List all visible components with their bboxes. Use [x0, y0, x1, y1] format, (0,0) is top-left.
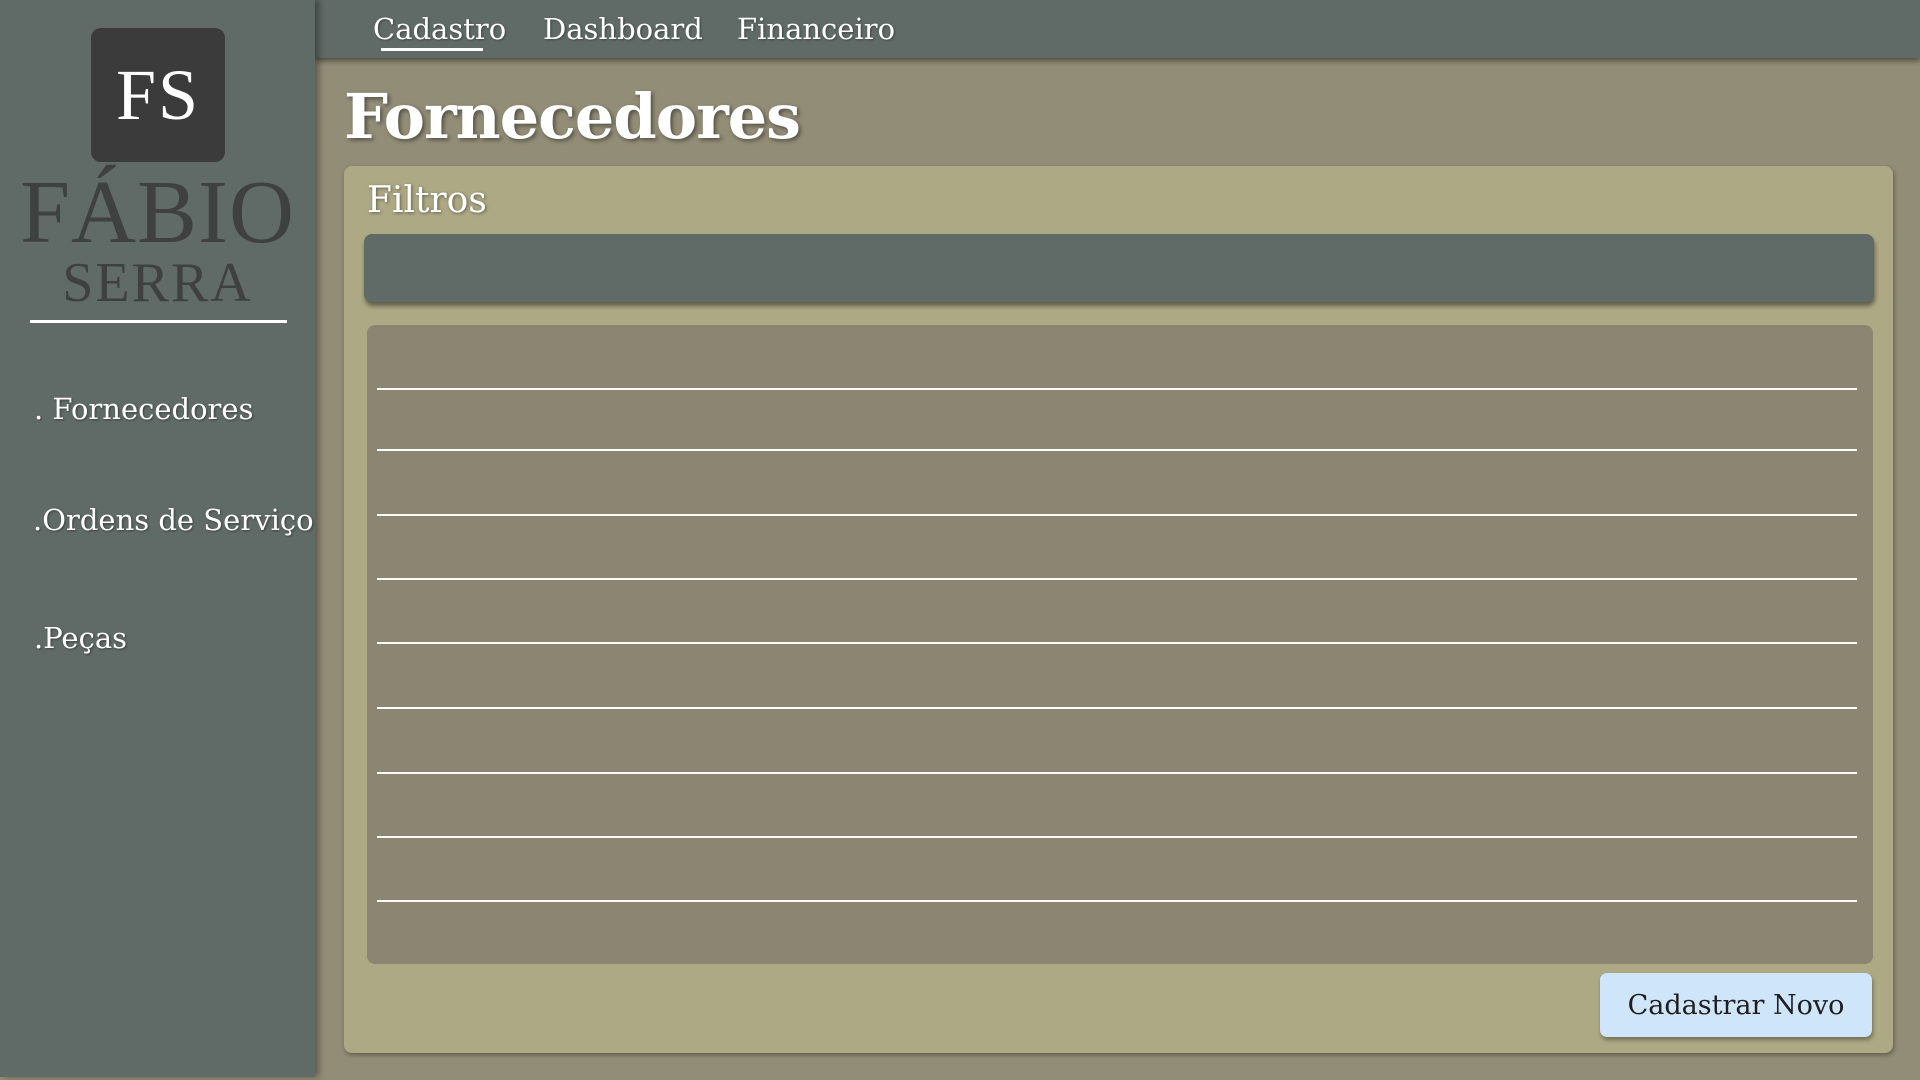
table-row[interactable] — [377, 836, 1857, 838]
table-row[interactable] — [377, 449, 1857, 451]
logo-icon: FS — [91, 28, 225, 162]
top-nav: Cadastro Dashboard Financeiro — [315, 0, 1920, 58]
table-row[interactable] — [377, 707, 1857, 709]
brand-subname: SERRA — [62, 252, 253, 314]
logo-initials: FS — [115, 54, 201, 135]
filters-label: Filtros — [367, 180, 487, 221]
tab-financeiro[interactable]: Financeiro — [737, 12, 895, 46]
page-title: Fornecedores — [344, 80, 801, 153]
app-root: FS FÁBIO SERRA . Fornecedores .Ordens de… — [0, 0, 1920, 1080]
table-row[interactable] — [377, 388, 1857, 390]
table-row[interactable] — [377, 578, 1857, 580]
tab-cadastro[interactable]: Cadastro — [373, 12, 506, 46]
sidebar: FS FÁBIO SERRA . Fornecedores .Ordens de… — [0, 0, 315, 1077]
filters-bar[interactable] — [364, 234, 1874, 302]
table-row[interactable] — [377, 514, 1857, 516]
table-row[interactable] — [377, 642, 1857, 644]
sidebar-item-fornecedores[interactable]: . Fornecedores — [34, 392, 253, 426]
suppliers-card: Filtros Cadastrar Novo — [344, 166, 1893, 1053]
brand-divider — [30, 320, 287, 323]
active-tab-indicator — [381, 48, 483, 51]
brand-name: FÁBIO — [19, 163, 296, 262]
tab-dashboard[interactable]: Dashboard — [543, 12, 703, 46]
table-row[interactable] — [377, 900, 1857, 902]
sidebar-item-pecas[interactable]: .Peças — [34, 621, 127, 655]
table-row[interactable] — [377, 772, 1857, 774]
suppliers-table — [367, 325, 1873, 964]
add-supplier-button[interactable]: Cadastrar Novo — [1600, 973, 1872, 1037]
sidebar-item-ordens-de-servico[interactable]: .Ordens de Serviço — [33, 503, 314, 537]
